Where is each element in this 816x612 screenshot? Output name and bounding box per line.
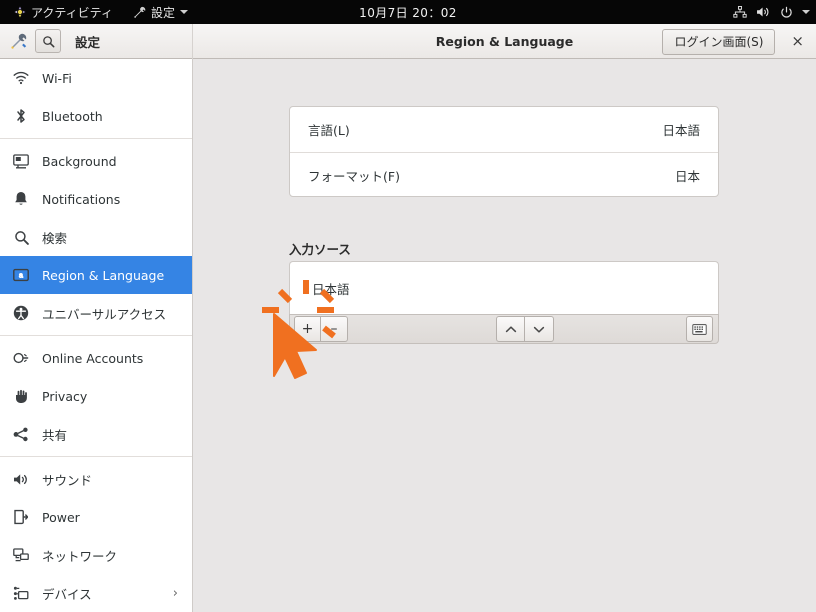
move-up-button[interactable] [496,316,525,342]
background-monitor-icon [12,154,30,169]
sidebar-item-notifications[interactable]: Notifications [0,180,192,218]
settings-window: 設定 Region & Language ログイン画面(S) × Wi-Fi Bl… [0,24,816,612]
input-sources-list[interactable]: 日本語 [289,261,719,314]
sidebar-item-label: Power [42,510,192,525]
sidebar-item-label: Region & Language [42,268,192,283]
sidebar-item-power[interactable]: Power [0,498,192,536]
sidebar-item-[interactable]: ユニバーサルアクセス [0,294,192,332]
sidebar-item-[interactable]: ネットワーク [0,536,192,574]
sidebar-item-label: Background [42,154,192,169]
sidebar-item-label: 検索 [42,228,192,247]
search-icon [12,230,30,245]
app-title: 設定 [69,32,100,51]
row-format-value: 日本 [675,166,700,185]
header-left-section: 設定 [0,24,193,59]
keyboard-icon [692,324,707,335]
sidebar-item-label: デバイス [42,584,161,603]
power-battery-icon [12,509,30,525]
power-icon [780,6,793,19]
volume-icon [756,6,771,18]
sidebar-item-label: Privacy [42,389,192,404]
sidebar-item-label: ネットワーク [42,546,192,565]
row-language-label: 言語(L) [308,120,350,139]
search-button[interactable] [35,29,61,53]
system-status-area[interactable] [733,0,810,24]
sidebar-item-label: サウンド [42,470,192,489]
sidebar-item-wi-fi[interactable]: Wi-Fi [0,59,192,97]
sidebar-item-label: ユニバーサルアクセス [42,304,192,323]
add-remove-group: + – [294,316,348,342]
list-item[interactable]: 日本語 [290,262,718,314]
sidebar-item-privacy[interactable]: Privacy [0,377,192,415]
clock-label: 10月7日 20：02 [359,4,457,21]
wifi-icon [12,71,30,85]
chevron-right-icon: › [173,586,178,601]
sidebar-item-[interactable]: デバイス › [0,574,192,612]
add-input-source-button[interactable]: + [294,316,321,342]
window-header-bar: 設定 Region & Language ログイン画面(S) × [0,24,816,59]
keyboard-layout-button[interactable] [686,316,713,342]
screen: アクティビティ 設定 10月7日 20：02 [0,0,816,612]
close-icon[interactable]: × [787,34,808,49]
sidebar-item-[interactable]: 検索 [0,218,192,256]
chevron-up-icon [505,325,517,334]
sidebar-item-label: Bluetooth [42,109,192,124]
search-icon [42,35,55,48]
chevron-down-icon [802,10,810,14]
row-language[interactable]: 言語(L) 日本語 [290,107,718,152]
sidebar-item-label: Notifications [42,192,192,207]
notifications-bell-icon [12,191,30,207]
sidebar-item-label: Online Accounts [42,351,192,366]
privacy-hand-icon [12,389,30,404]
row-language-value: 日本語 [662,120,700,139]
sidebar-item-online-accounts[interactable]: Online Accounts [0,339,192,377]
row-format-label: フォーマット(F) [308,166,400,185]
sidebar-item-bluetooth[interactable]: Bluetooth [0,97,192,135]
settings-tools-icon [10,33,27,50]
network-icon [12,548,30,562]
sidebar-separator [0,456,192,457]
input-sources-toolbar: + – [289,314,719,344]
remove-input-source-button[interactable]: – [321,316,348,342]
sidebar-item-label: 共有 [42,425,192,444]
sidebar-item-label: Wi-Fi [42,71,192,86]
gnome-top-bar: アクティビティ 設定 10月7日 20：02 [0,0,816,24]
login-screen-button[interactable]: ログイン画面(S) [662,29,775,55]
sidebar-item-background[interactable]: Background [0,142,192,180]
row-format[interactable]: フォーマット(F) 日本 [290,152,718,197]
language-format-card: 言語(L) 日本語 フォーマット(F) 日本 [289,106,719,197]
online-accounts-icon [12,351,30,365]
svg-text:a: a [19,273,23,280]
chevron-down-icon [533,325,545,334]
region-language-icon: a [12,268,30,282]
move-group [496,316,554,342]
sharing-icon [12,427,30,442]
clock-button[interactable]: 10月7日 20：02 [0,0,816,24]
move-down-button[interactable] [525,316,554,342]
devices-icon [12,586,30,600]
bluetooth-icon [12,108,30,124]
universal-access-icon [12,305,30,321]
sidebar-separator [0,335,192,336]
settings-sidebar[interactable]: Wi-Fi Bluetooth Background Notifications 検索 a… [0,59,193,612]
sound-speaker-icon [12,473,30,486]
sidebar-item-region-language[interactable]: a Region & Language [0,256,192,294]
sidebar-item-[interactable]: サウンド [0,460,192,498]
input-sources-title: 入力ソース [289,239,351,258]
sidebar-item-[interactable]: 共有 [0,415,192,453]
header-right-section: ログイン画面(S) × [662,24,808,59]
network-icon [733,6,747,18]
region-language-panel: 言語(L) 日本語 フォーマット(F) 日本 入力ソース 日本語 + – [193,59,816,612]
sidebar-separator [0,138,192,139]
